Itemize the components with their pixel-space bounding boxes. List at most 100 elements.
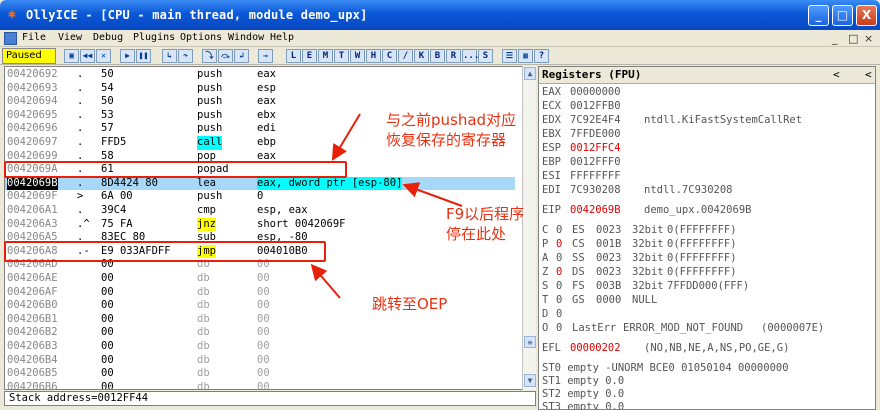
- register-edi[interactable]: EDI 7C930208 ntdll.7C930208: [539, 183, 875, 197]
- maximize-button[interactable]: □: [832, 5, 853, 26]
- call-stack-button[interactable]: K: [414, 49, 429, 63]
- disasm-address: 004206B4: [7, 353, 58, 366]
- step-over-icon[interactable]: ↷: [178, 49, 193, 63]
- fpu-register[interactable]: ST0 empty -UNORM BCE0 01050104 00000000: [539, 361, 875, 375]
- cpu-window-icon[interactable]: [4, 32, 17, 45]
- register-eax[interactable]: EAX 00000000: [539, 85, 875, 99]
- disasm-row[interactable]: 004206A1. 39C4 cmp esp, eax: [5, 204, 515, 218]
- disasm-mnemonic: db: [197, 326, 210, 339]
- menu-window[interactable]: Window: [228, 32, 264, 43]
- close-button[interactable]: X: [856, 5, 877, 26]
- scroll-down-icon[interactable]: ▼: [524, 374, 536, 387]
- flag-row[interactable]: S 0 FS 003B 32bit 7FFDD000(FFF): [539, 279, 875, 293]
- go-to-icon[interactable]: →: [258, 49, 273, 63]
- windows-button[interactable]: W: [350, 49, 365, 63]
- grid-icon[interactable]: ▦: [518, 49, 533, 63]
- menu-file[interactable]: File: [22, 32, 46, 43]
- disasm-row[interactable]: 004206B1 00 db 00: [5, 313, 515, 327]
- fpu-register[interactable]: ST2 empty 0.0: [539, 387, 875, 401]
- mdi-restore-button[interactable]: □: [848, 32, 858, 45]
- flag-row[interactable]: C 0 ES 0023 32bit 0(FFFFFFFF): [539, 223, 875, 237]
- register-ebp[interactable]: EBP 0012FFF0: [539, 155, 875, 169]
- cpu-button[interactable]: C: [382, 49, 397, 63]
- pause-icon[interactable]: ❚❚: [136, 49, 151, 63]
- menu-view[interactable]: View: [58, 32, 82, 43]
- menu-help[interactable]: Help: [270, 32, 294, 43]
- disasm-row[interactable]: 004206A3 .^ 75 FA jnz short 0042069F: [5, 217, 515, 232]
- scroll-up-icon[interactable]: ▲: [524, 67, 536, 80]
- disasm-address: 00420697: [7, 136, 58, 148]
- fpu-register[interactable]: ST3 empty 0.0: [539, 400, 875, 409]
- registers-prev-button[interactable]: <: [833, 67, 840, 83]
- disasm-address: 004206B1: [7, 312, 58, 325]
- references-button[interactable]: R: [446, 49, 461, 63]
- register-ecx[interactable]: ECX 0012FFB0: [539, 99, 875, 113]
- scroll-thumb[interactable]: ≡: [524, 336, 536, 348]
- mdi-minimize-button[interactable]: _: [832, 32, 838, 45]
- stack-address-info: Stack address=0012FF44: [4, 391, 536, 406]
- help-button[interactable]: ?: [534, 49, 549, 63]
- minimize-button[interactable]: _: [808, 5, 829, 26]
- patches-button[interactable]: /: [398, 49, 413, 63]
- flag-range: 0(FFFFFFFF): [667, 252, 737, 264]
- register-eip[interactable]: EIP 0042069B demo_upx.0042069B: [539, 203, 875, 217]
- disasm-row[interactable]: 004206B6 00 db 00: [5, 381, 515, 389]
- flag-row[interactable]: O 0 LastErr ERROR_MOD_NOT_FOUND (0000007E): [539, 321, 875, 335]
- flag-row[interactable]: Z 0 DS 0023 32bit 0(FFFFFFFF): [539, 265, 875, 279]
- disasm-operands: 00: [257, 326, 270, 339]
- register-esp[interactable]: ESP 0012FFC4: [539, 141, 875, 155]
- list-icon[interactable]: ☰: [502, 49, 517, 63]
- menu-plugins[interactable]: Plugins: [133, 32, 175, 43]
- disasm-row[interactable]: 00420693. 54 push esp: [5, 82, 515, 96]
- disasm-row[interactable]: 004206AE 00 db 00: [5, 272, 515, 286]
- run-trace-button[interactable]: ...: [462, 49, 479, 63]
- disasm-hex: 75 FA: [101, 217, 133, 230]
- register-efl[interactable]: EFL 00000202 (NO,NB,NE,A,NS,PO,GE,G): [539, 341, 875, 355]
- flag-sel: 0023: [596, 266, 622, 278]
- disasm-row[interactable]: 0042069B. 8D4424 80 lea eax, dword ptr [esp…: [5, 176, 515, 191]
- modules-button[interactable]: E: [302, 49, 317, 63]
- disasm-row[interactable]: 004206B2 00 db 00: [5, 326, 515, 340]
- flag-row[interactable]: D0: [539, 307, 875, 321]
- disasm-operands: eax: [257, 95, 276, 108]
- register-esi[interactable]: ESI FFFFFFFF: [539, 169, 875, 183]
- disasm-mnemonic: lea: [197, 176, 216, 189]
- memory-map-button[interactable]: M: [318, 49, 333, 63]
- flag-seg: DS: [572, 266, 585, 278]
- open-icon[interactable]: ▣: [64, 49, 79, 63]
- disasm-row[interactable]: 00420692. 50 push eax: [5, 68, 515, 82]
- threads-button[interactable]: T: [334, 49, 349, 63]
- breakpoints-button[interactable]: B: [430, 49, 445, 63]
- close-program-icon[interactable]: ✕: [96, 49, 111, 63]
- source-button[interactable]: S: [478, 49, 493, 63]
- register-ebx[interactable]: EBX 7FFDE000: [539, 127, 875, 141]
- mdi-close-button[interactable]: ×: [864, 32, 873, 45]
- flag-row[interactable]: T 0 GS 0000 NULL: [539, 293, 875, 307]
- registers-pane[interactable]: Registers (FPU) < < EAX 00000000 ECX 0012FF…: [538, 66, 876, 410]
- disasm-row[interactable]: 00420694. 50 push eax: [5, 95, 515, 109]
- run-icon[interactable]: ▶: [120, 49, 135, 63]
- trace-into-icon[interactable]: ⤵: [202, 49, 217, 63]
- disasm-row[interactable]: 0042069F >6A 00 push 0: [5, 190, 515, 204]
- restart-icon[interactable]: ◀◀: [80, 49, 95, 63]
- flag-row[interactable]: A 0 SS 0023 32bit 0(FFFFFFFF): [539, 251, 875, 265]
- disasm-row[interactable]: 004206B5 00 db 00: [5, 367, 515, 381]
- menu-debug[interactable]: Debug: [93, 32, 123, 43]
- registers-next-button[interactable]: <: [865, 67, 872, 83]
- trace-over-icon[interactable]: ⤼: [218, 49, 233, 63]
- register-edx[interactable]: EDX 7C92E4F4 ntdll.KiFastSystemCallRet: [539, 113, 875, 127]
- fpu-register[interactable]: ST1 empty 0.0: [539, 374, 875, 388]
- execute-till-return-icon[interactable]: ↲: [234, 49, 249, 63]
- disasm-operands: edi: [257, 122, 276, 135]
- disasm-row[interactable]: 004206B4 00 db 00: [5, 354, 515, 368]
- flag-bits: 32bit: [632, 266, 664, 278]
- disasm-address: 004206AE: [7, 272, 58, 284]
- log-window-button[interactable]: L: [286, 49, 301, 63]
- disasm-row[interactable]: 004206B3 00 db 00: [5, 340, 515, 354]
- menu-options[interactable]: Options: [180, 32, 222, 43]
- flag-range: 0(FFFFFFFF): [667, 224, 737, 236]
- handles-button[interactable]: H: [366, 49, 381, 63]
- flag-seg: GS: [572, 294, 585, 306]
- flag-row[interactable]: P 0 CS 001B 32bit 0(FFFFFFFF): [539, 237, 875, 251]
- step-into-icon[interactable]: ↳: [162, 49, 177, 63]
